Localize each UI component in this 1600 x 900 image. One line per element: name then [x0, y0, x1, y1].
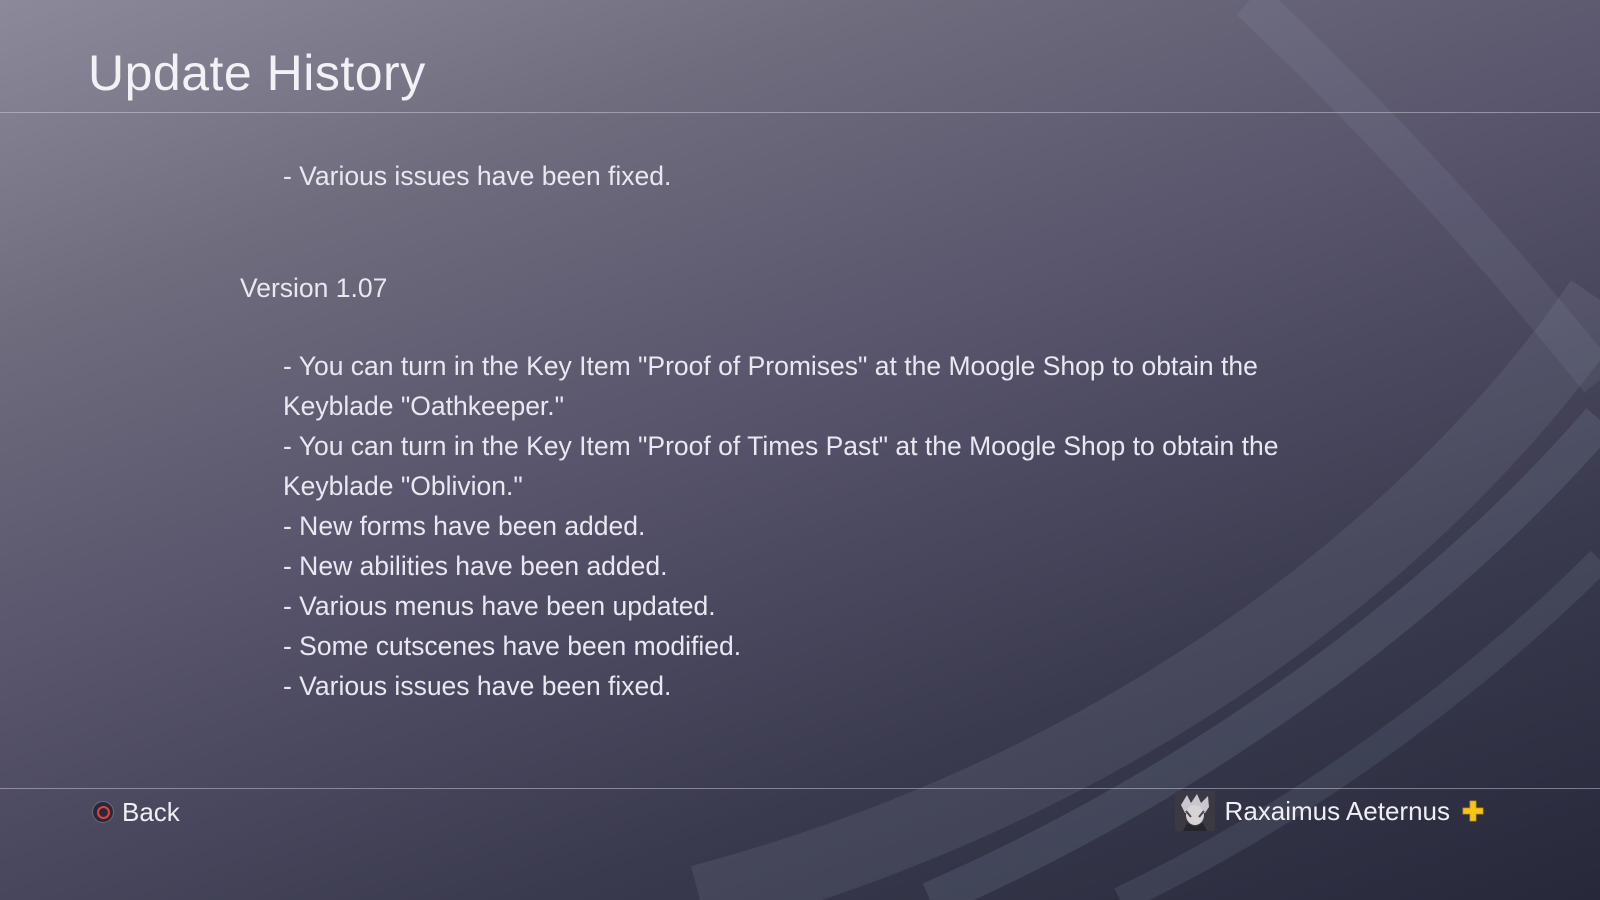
version-heading: Version 1.07: [240, 273, 388, 303]
update-history-screen: Update History - Various issues have bee…: [0, 0, 1600, 900]
note-line: - You can turn in the Key Item "Proof of…: [283, 431, 1279, 461]
note-line: - Some cutscenes have been modified.: [283, 631, 742, 661]
note-line-continuation: Keyblade "Oathkeeper.": [283, 391, 565, 421]
note-line: - Various issues have been fixed.: [283, 161, 672, 191]
note-line: - New forms have been added.: [283, 511, 646, 541]
back-label: Back: [122, 796, 180, 827]
note-line: - Various issues have been fixed.: [283, 671, 672, 701]
circle-button-icon: [92, 801, 114, 823]
note-line: - You can turn in the Key Item "Proof of…: [283, 351, 1258, 381]
note-line: - New abilities have been added.: [283, 551, 668, 581]
avatar: [1174, 791, 1215, 831]
back-button[interactable]: Back: [92, 795, 180, 829]
user-name: Raxaimus Aeternus: [1224, 795, 1450, 826]
update-notes[interactable]: - Various issues have been fixed. Versio…: [240, 156, 1360, 756]
header-divider: [0, 112, 1600, 113]
footer-divider: [0, 788, 1600, 789]
note-line-continuation: Keyblade "Oblivion.": [283, 471, 523, 501]
playstation-plus-icon: [1462, 800, 1484, 822]
page-title: Update History: [88, 45, 426, 101]
user-profile: Raxaimus Aeternus: [1174, 790, 1484, 832]
note-line: - Various menus have been updated.: [283, 591, 716, 621]
